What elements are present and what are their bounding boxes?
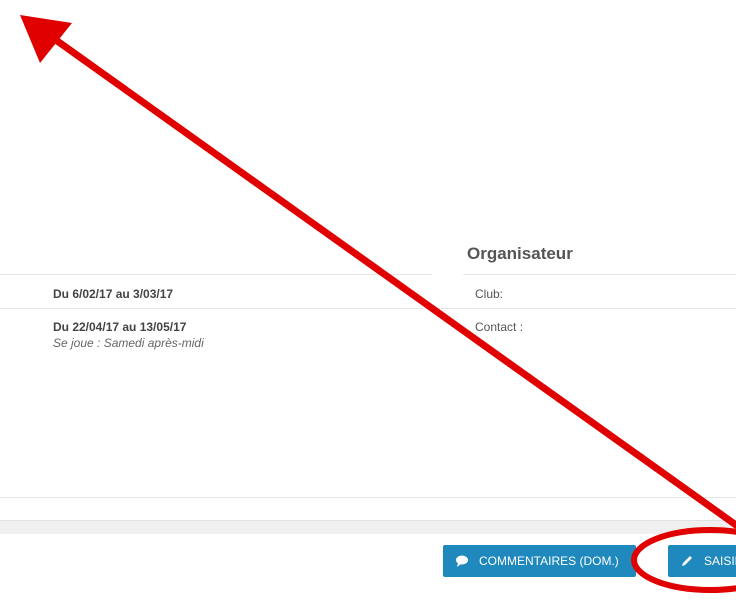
club-label: Club:	[475, 287, 504, 301]
period-dates: Du 22/04/17 au 13/05/17	[53, 320, 187, 334]
page: Organisateur Du 6/02/17 au 3/03/17 Du 22…	[0, 0, 736, 600]
comment-icon	[455, 554, 469, 568]
organisateur-title: Organisateur	[467, 244, 573, 263]
period-note: Se joue : Samedi après-midi	[53, 336, 204, 350]
period-dates: Du 6/02/17 au 3/03/17	[53, 287, 174, 301]
divider	[0, 497, 736, 498]
comments-button-label: COMMENTAIRES (DOM.)	[479, 554, 619, 568]
annotation-arrow-head	[20, 15, 72, 63]
divider	[463, 274, 736, 275]
divider	[0, 308, 736, 309]
annotation-arrow-line	[42, 29, 736, 529]
divider	[0, 274, 432, 275]
footer-band	[0, 520, 736, 534]
comments-button[interactable]: COMMENTAIRES (DOM.)	[443, 545, 636, 577]
contact-label: Contact :	[475, 320, 524, 334]
pencil-icon	[680, 554, 694, 568]
saisie-button-label: SAISIE	[704, 554, 736, 568]
saisie-button[interactable]: SAISIE	[668, 545, 736, 577]
